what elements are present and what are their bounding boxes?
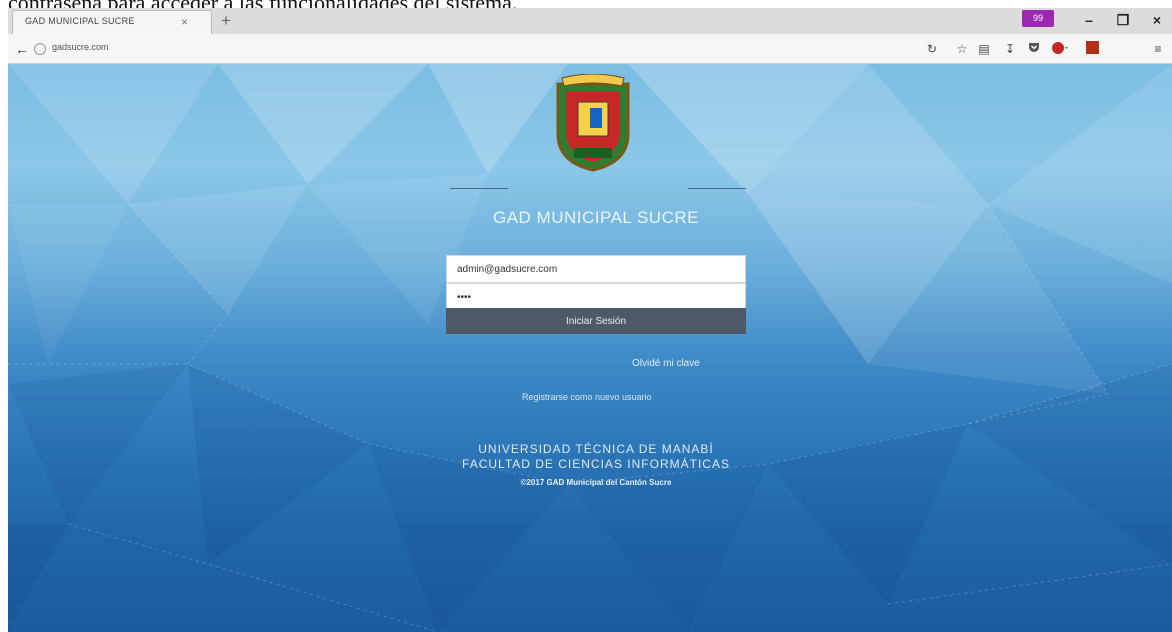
password-field[interactable] (446, 283, 746, 311)
login-page: GAD MUNICIPAL SUCRE Iniciar Sesión Olvid… (8, 64, 1172, 632)
extension-icon[interactable] (1084, 41, 1100, 57)
pocket-icon[interactable] (1026, 41, 1042, 57)
restore-button[interactable]: ❐ (1108, 10, 1138, 30)
new-tab-button[interactable]: + (216, 11, 236, 31)
browser-window: GAD MUNICIPAL SUCRE × + 99 – ❐ × ← gadsu… (8, 8, 1172, 632)
back-arrow-icon[interactable]: ← (12, 39, 32, 59)
address-bar[interactable]: gadsucre.com (52, 42, 109, 52)
email-field[interactable] (446, 255, 746, 283)
close-window-button[interactable]: × (1142, 10, 1172, 30)
menu-icon[interactable]: ≡ (1150, 41, 1166, 57)
municipal-coat-of-arms (556, 74, 630, 172)
forgot-password-link[interactable]: Olvidé mi clave (632, 358, 700, 369)
footer: UNIVERSIDAD TÉCNICA DE MANABÍ FACULTAD D… (426, 442, 766, 487)
organization-title: GAD MUNICIPAL SUCRE (493, 208, 699, 227)
active-tab[interactable]: GAD MUNICIPAL SUCRE × (12, 10, 212, 34)
copyright-text: ©2017 GAD Municipal del Cantón Sucre (520, 478, 672, 487)
register-link[interactable]: Registrarse como nuevo usuario (522, 392, 652, 402)
minimize-button[interactable]: – (1074, 10, 1104, 30)
university-name: UNIVERSIDAD TÉCNICA DE MANABÍ (478, 442, 714, 456)
navigation-bar: ← gadsucre.com ↻ ☆ ▤ ↧ ≡ (8, 34, 1172, 64)
login-button[interactable]: Iniciar Sesión (446, 308, 746, 334)
reload-icon[interactable]: ↻ (924, 41, 940, 57)
star-icon[interactable]: ☆ (954, 41, 970, 57)
reading-list-icon[interactable]: ▤ (976, 41, 992, 57)
tab-close-icon[interactable]: × (181, 15, 188, 29)
divider-right (688, 188, 746, 189)
tab-title: GAD MUNICIPAL SUCRE (25, 16, 135, 26)
adblock-icon[interactable] (1052, 41, 1068, 57)
download-icon[interactable]: ↧ (1002, 41, 1018, 57)
site-info-icon[interactable] (34, 43, 46, 55)
tab-strip: GAD MUNICIPAL SUCRE × + 99 – ❐ × (8, 8, 1172, 34)
extension-badge[interactable]: 99 (1022, 10, 1054, 27)
divider-left (450, 188, 508, 189)
faculty-name: FACULTAD DE CIENCIAS INFORMÁTICAS (462, 457, 730, 471)
